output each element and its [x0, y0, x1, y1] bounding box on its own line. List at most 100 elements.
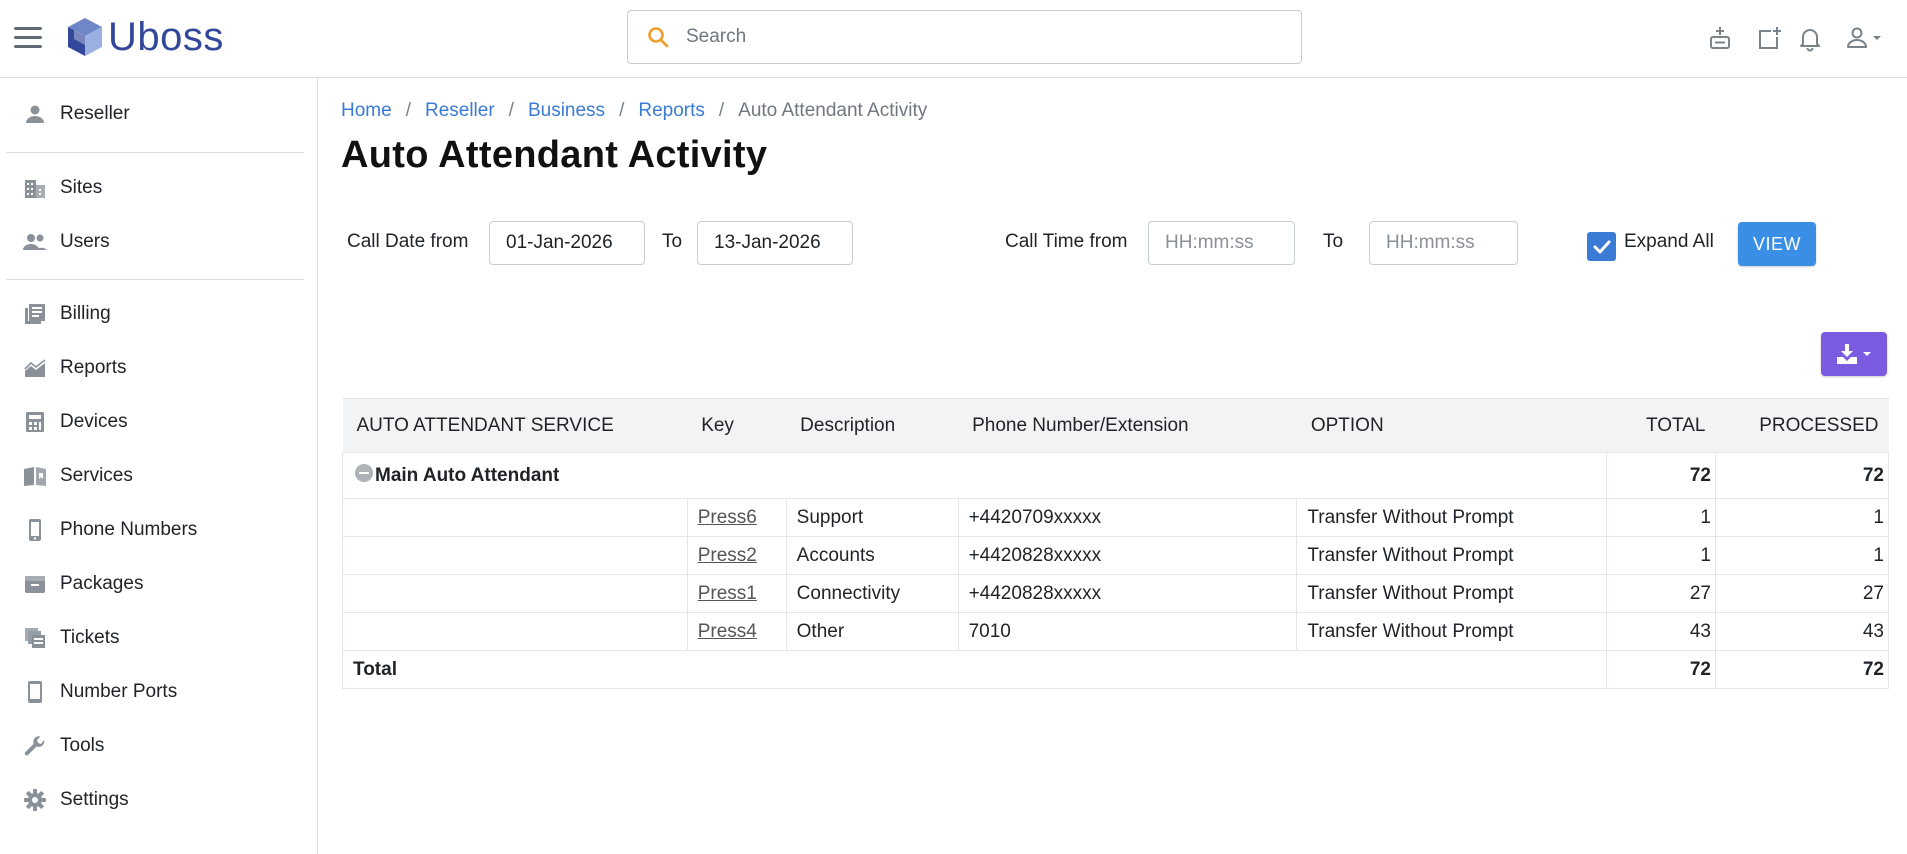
sidebar-item-label: Reports [60, 357, 127, 378]
total-cell: 1 [1606, 536, 1716, 575]
sidebar-item-users[interactable]: Users [0, 220, 318, 264]
wrench-icon [24, 736, 45, 756]
phone-cell: +4420828xxxxx [957, 574, 1298, 613]
group-spacer-cell [687, 452, 1608, 499]
sidebar-item-label: Tools [60, 735, 105, 756]
mobile-icon [28, 681, 42, 703]
new-window-icon[interactable] [1755, 24, 1783, 52]
processed-cell: 1 [1714, 498, 1890, 537]
sidebar-item-label: Users [60, 231, 110, 252]
sidebar-item-label: Billing [60, 303, 111, 324]
search-input[interactable] [686, 26, 1286, 48]
phone-cell: 7010 [957, 612, 1298, 651]
service-cell [342, 498, 688, 537]
option-cell: Transfer Without Prompt [1296, 612, 1608, 651]
call-time-to-input[interactable] [1369, 221, 1518, 265]
column-header[interactable]: PROCESSED [1715, 398, 1889, 453]
call-date-from-input[interactable] [489, 221, 645, 265]
total-cell: 43 [1606, 612, 1716, 651]
sidebar-item-reports[interactable]: Reports [0, 346, 318, 390]
breadcrumb-separator: / [718, 100, 725, 121]
sidebar-item-settings[interactable]: Settings [0, 778, 318, 822]
breadcrumb-reseller[interactable]: Reseller [425, 100, 495, 122]
sidebar-item-label: Reseller [60, 103, 130, 124]
hamburger-menu-icon[interactable] [14, 27, 42, 49]
key-link[interactable]: Press4 [698, 621, 757, 642]
breadcrumb-separator: / [619, 100, 625, 121]
person-icon [26, 105, 44, 123]
sidebar-item-sites[interactable]: Sites [0, 166, 318, 210]
processed-cell: 27 [1714, 574, 1890, 613]
table-header-row: AUTO ATTENDANT SERVICE Key Description P… [342, 398, 1889, 453]
sidebar-item-devices[interactable]: Devices [0, 400, 318, 444]
column-header[interactable]: Key [687, 398, 787, 453]
group-total: 72 [1606, 452, 1716, 499]
breadcrumb-home[interactable]: Home [341, 100, 392, 122]
logo-cube-icon [68, 18, 102, 56]
column-header[interactable]: OPTION [1296, 398, 1607, 453]
main-content: Home / Reseller / Business / Reports / A… [319, 78, 1907, 854]
table-row: Press4 Other 7010 Transfer Without Promp… [342, 612, 1890, 651]
column-header[interactable]: Phone Number/Extension [958, 398, 1297, 453]
sidebar-item-reseller[interactable]: Reseller [0, 92, 318, 136]
group-name-cell: Main Auto Attendant [342, 452, 688, 499]
users-icon [23, 234, 47, 250]
sidebar-item-number-ports[interactable]: Number Ports [0, 670, 318, 714]
auto-attendant-table: AUTO ATTENDANT SERVICE Key Description P… [341, 398, 1890, 689]
table-row: Press2 Accounts +4420828xxxxx Transfer W… [342, 536, 1890, 575]
search-box[interactable] [627, 10, 1302, 64]
collapse-icon[interactable] [355, 464, 373, 482]
devices-icon [26, 412, 44, 432]
sidebar-item-services[interactable]: Services [0, 454, 318, 498]
export-button[interactable] [1821, 332, 1887, 376]
group-row: Main Auto Attendant 72 72 [342, 452, 1890, 499]
table-row: Press1 Connectivity +4420828xxxxx Transf… [342, 574, 1890, 613]
sidebar-item-label: Services [60, 465, 133, 486]
add-contact-icon[interactable] [1706, 24, 1734, 52]
column-header[interactable]: Description [786, 398, 959, 453]
breadcrumb-reports[interactable]: Reports [638, 100, 705, 122]
phone-cell: +4420828xxxxx [957, 536, 1298, 575]
key-link[interactable]: Press6 [698, 507, 757, 528]
user-icon[interactable] [1845, 24, 1885, 52]
description-cell: Support [785, 498, 959, 537]
expand-all-label[interactable]: Expand All [1624, 231, 1714, 253]
sidebar-item-billing[interactable]: Billing [0, 292, 318, 336]
option-cell: Transfer Without Prompt [1296, 536, 1608, 575]
sidebar-item-label: Phone Numbers [60, 519, 198, 540]
call-date-to-input[interactable] [697, 221, 853, 265]
column-header[interactable]: TOTAL [1606, 398, 1716, 453]
package-icon [25, 576, 45, 593]
logo[interactable]: Uboss [64, 14, 224, 60]
sidebar-item-tickets[interactable]: Tickets [0, 616, 318, 660]
key-link[interactable]: Press1 [698, 583, 757, 604]
description-cell: Accounts [785, 536, 959, 575]
sidebar-item-label: Packages [60, 573, 144, 594]
sidebar-item-packages[interactable]: Packages [0, 562, 318, 606]
key-link[interactable]: Press2 [698, 545, 757, 566]
billing-icon [25, 304, 45, 324]
services-icon [24, 467, 46, 486]
call-date-to-label: To [662, 231, 683, 252]
bell-icon[interactable] [1796, 24, 1824, 52]
call-time-from-input[interactable] [1148, 221, 1295, 265]
sidebar-item-tools[interactable]: Tools [0, 724, 318, 768]
building-icon [25, 180, 45, 198]
column-header[interactable]: AUTO ATTENDANT SERVICE [342, 398, 688, 453]
total-cell: 27 [1606, 574, 1716, 613]
search-icon [648, 27, 669, 48]
sidebar-item-phone-numbers[interactable]: Phone Numbers [0, 508, 318, 552]
processed-cell: 1 [1714, 536, 1890, 575]
expand-all-checkbox[interactable] [1587, 232, 1616, 261]
breadcrumb-separator: / [508, 100, 514, 121]
call-time-from-label: Call Time from [1005, 231, 1128, 252]
grand-total: 72 [1606, 650, 1716, 689]
description-cell: Connectivity [785, 574, 959, 613]
call-time-to-label: To [1323, 231, 1344, 252]
breadcrumb-separator: / [405, 100, 411, 121]
view-button[interactable]: VIEW [1738, 222, 1816, 266]
breadcrumb-current: Auto Attendant Activity [738, 100, 928, 121]
grand-processed: 72 [1714, 650, 1890, 689]
sidebar: Reseller Sites Users Billing Reports Dev… [0, 78, 318, 854]
breadcrumb-business[interactable]: Business [528, 100, 605, 122]
